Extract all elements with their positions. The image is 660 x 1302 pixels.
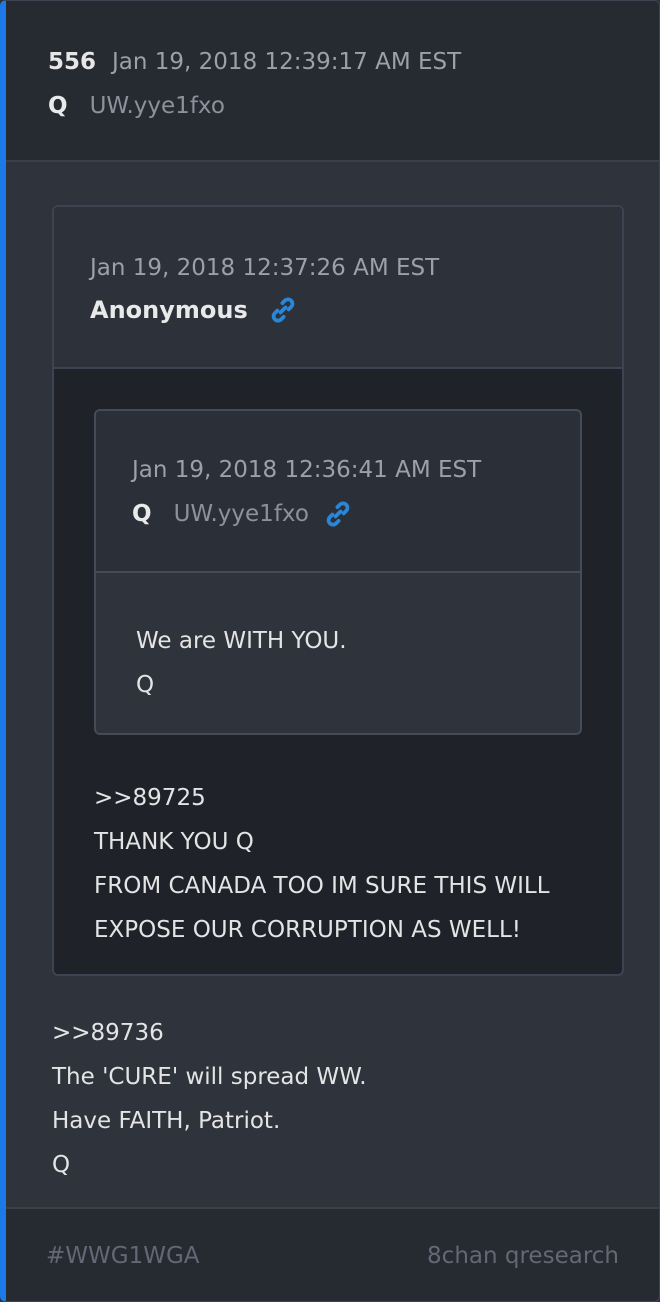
text-line: EXPOSE OUR CORRUPTION AS WELL! xyxy=(94,917,521,943)
post-author: Q xyxy=(48,93,68,119)
text-line: THANK YOU Q xyxy=(94,829,254,855)
post-date: Jan 19, 2018 12:39:17 AM EST xyxy=(112,49,462,75)
nested-quote-date: Jan 19, 2018 12:36:41 AM EST xyxy=(132,457,482,483)
text-line: Q xyxy=(136,672,155,698)
nested-quote-body: We are WITH YOU. Q xyxy=(136,619,347,707)
quoted-post-author: Anonymous xyxy=(90,296,248,324)
hashtag: #WWG1WGA xyxy=(46,1243,200,1269)
quote-reference[interactable]: >>89725 xyxy=(94,776,594,820)
text-line: Have FAITH, Patriot. xyxy=(52,1108,281,1134)
text-line: FROM CANADA TOO IM SURE THIS WILL xyxy=(94,873,550,899)
quoted-post-q: Jan 19, 2018 12:36:41 AM EST Q UW.yye1fx… xyxy=(94,409,582,735)
post-card: 556 Jan 19, 2018 12:39:17 AM EST Q UW.yy… xyxy=(0,0,660,1302)
nested-quote-tripcode: UW.yye1fxo xyxy=(173,501,309,527)
text-line: Q xyxy=(52,1152,71,1178)
post-number[interactable]: 556 xyxy=(48,49,96,75)
text-line: The 'CURE' will spread WW. xyxy=(52,1064,367,1090)
source-label: 8chan qresearch xyxy=(427,1243,619,1269)
nested-quote-author: Q xyxy=(132,501,152,527)
quoted-post-header: Jan 19, 2018 12:37:26 AM EST Anonymous xyxy=(54,207,622,369)
link-icon[interactable] xyxy=(323,499,353,529)
post-header: 556 Jan 19, 2018 12:39:17 AM EST Q UW.yy… xyxy=(6,1,659,162)
link-icon[interactable] xyxy=(268,295,298,325)
quote-reference[interactable]: >>89736 xyxy=(52,1011,367,1055)
post-tripcode: UW.yye1fxo xyxy=(89,93,225,119)
nested-quote-header: Jan 19, 2018 12:36:41 AM EST Q UW.yye1fx… xyxy=(96,411,580,573)
quoted-post-anonymous: Jan 19, 2018 12:37:26 AM EST Anonymous J… xyxy=(52,205,624,976)
quoted-post-body: >>89725 THANK YOU Q FROM CANADA TOO IM S… xyxy=(94,776,594,952)
text-line: We are WITH YOU. xyxy=(136,628,347,654)
post-body: >>89736 The 'CURE' will spread WW. Have … xyxy=(52,1011,367,1187)
quoted-post-date: Jan 19, 2018 12:37:26 AM EST xyxy=(90,255,440,281)
post-footer: #WWG1WGA 8chan qresearch xyxy=(6,1207,659,1301)
